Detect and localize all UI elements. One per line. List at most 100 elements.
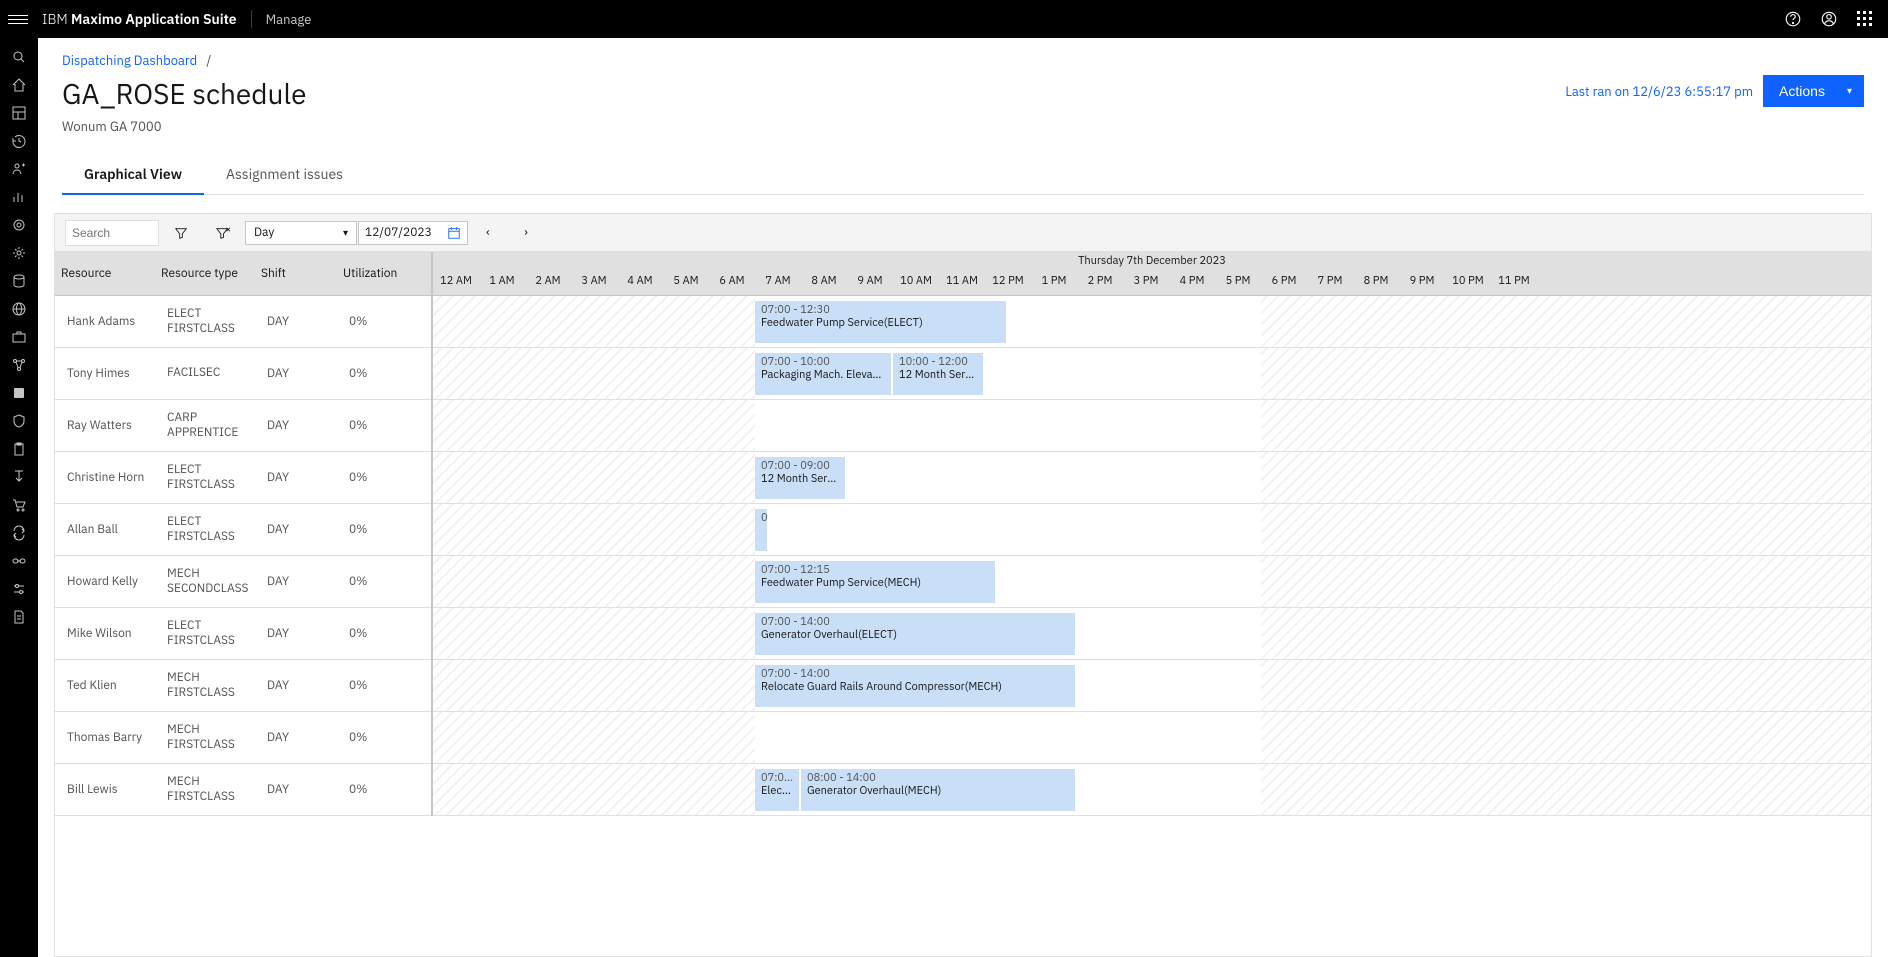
task-bar[interactable]: 10:00 - 12:0012 Month Serv... xyxy=(893,353,983,395)
col-header-util[interactable]: Utilization xyxy=(337,252,417,281)
resource-type: MECH FIRSTCLASS xyxy=(161,775,261,804)
resource-type: MECH SECONDCLASS xyxy=(161,567,261,596)
clear-filter-icon[interactable] xyxy=(203,217,243,249)
rail-clipboard-icon[interactable] xyxy=(10,440,28,458)
task-bar[interactable]: 07:00 - 14:00Relocate Guard Rails Around… xyxy=(755,665,1075,707)
hamburger-menu[interactable] xyxy=(8,9,28,29)
task-title: Relocate Guard Rails Around Compressor(M… xyxy=(761,681,1069,694)
breadcrumb-link[interactable]: Dispatching Dashboard xyxy=(62,52,197,69)
tab-assignment-issues[interactable]: Assignment issues xyxy=(204,155,365,194)
resource-util: 0% xyxy=(343,314,423,329)
apps-grid-icon[interactable] xyxy=(1856,10,1874,28)
resource-row[interactable]: Thomas BarryMECH FIRSTCLASSDAY0% xyxy=(55,712,431,764)
rail-sliders-icon[interactable] xyxy=(10,580,28,598)
hour-header: 11 PM xyxy=(1491,270,1537,295)
timeline-row xyxy=(433,400,1871,452)
resource-row[interactable]: Hank AdamsELECT FIRSTCLASSDAY0% xyxy=(55,296,431,348)
app-name[interactable]: Manage xyxy=(266,11,312,28)
col-header-type[interactable]: Resource type xyxy=(155,252,255,281)
resource-row[interactable]: Ted KlienMECH FIRSTCLASSDAY0% xyxy=(55,660,431,712)
timeline-row xyxy=(433,712,1871,764)
resource-shift: DAY xyxy=(261,626,343,641)
rail-target-icon[interactable] xyxy=(10,216,28,234)
tab-graphical-view[interactable]: Graphical View xyxy=(62,155,204,195)
timeline-row: 07:00 - 10:00Packaging Mach. Elevat...10… xyxy=(433,348,1871,400)
resource-row[interactable]: Mike WilsonELECT FIRSTCLASSDAY0% xyxy=(55,608,431,660)
calendar-icon xyxy=(447,226,461,240)
rail-history-icon[interactable] xyxy=(10,132,28,150)
user-icon[interactable] xyxy=(1820,10,1838,28)
resource-row[interactable]: Allan BallELECT FIRSTCLASSDAY0% xyxy=(55,504,431,556)
task-bar[interactable]: 08:00 - 14:00Generator Overhaul(MECH) xyxy=(801,769,1075,811)
resource-type: ELECT FIRSTCLASS xyxy=(161,515,261,544)
rail-cart-icon[interactable] xyxy=(10,496,28,514)
task-title: 12 Month Serv... xyxy=(899,369,977,382)
rail-workflow-icon[interactable] xyxy=(10,356,28,374)
task-bar[interactable]: 07:0...Elect... xyxy=(755,769,799,811)
next-day-button[interactable]: › xyxy=(508,225,544,240)
rail-shield-icon[interactable] xyxy=(10,412,28,430)
filter-icon[interactable] xyxy=(161,217,201,249)
rail-database-icon[interactable] xyxy=(10,272,28,290)
resource-row[interactable]: Ray WattersCARP APPRENTICEDAY0% xyxy=(55,400,431,452)
resource-name: Thomas Barry xyxy=(61,730,161,745)
rail-globe-icon[interactable] xyxy=(10,300,28,318)
rail-app-icon[interactable] xyxy=(10,384,28,402)
col-header-shift[interactable]: Shift xyxy=(255,252,337,281)
hour-header: 2 PM xyxy=(1077,270,1123,295)
resource-row[interactable]: Howard KellyMECH SECONDCLASSDAY0% xyxy=(55,556,431,608)
resource-name: Howard Kelly xyxy=(61,574,161,589)
rail-home-icon[interactable] xyxy=(10,76,28,94)
rail-dashboard-icon[interactable] xyxy=(10,104,28,122)
rail-search-icon[interactable] xyxy=(10,48,28,66)
help-icon[interactable] xyxy=(1784,10,1802,28)
date-input[interactable]: 12/07/2023 xyxy=(358,221,468,245)
task-bar[interactable]: 07:00 - 10:00Packaging Mach. Elevat... xyxy=(755,353,891,395)
resource-row[interactable]: Bill LewisMECH FIRSTCLASSDAY0% xyxy=(55,764,431,816)
rail-briefcase-icon[interactable] xyxy=(10,328,28,346)
resource-shift: DAY xyxy=(261,574,343,589)
rail-people-icon[interactable] xyxy=(10,160,28,178)
hour-header: 5 PM xyxy=(1215,270,1261,295)
task-bar[interactable]: 07:00 - 09:0012 Month Serv... xyxy=(755,457,845,499)
rail-document-icon[interactable] xyxy=(10,608,28,626)
hour-header: 10 AM xyxy=(893,270,939,295)
resource-shift: DAY xyxy=(261,314,343,329)
hour-header: 9 PM xyxy=(1399,270,1445,295)
task-time: 07:00 - 14:00 xyxy=(761,668,1069,681)
task-bar[interactable]: 07:00 - 12:15Feedwater Pump Service(MECH… xyxy=(755,561,995,603)
resource-row[interactable]: Tony HimesFACILSECDAY0% xyxy=(55,348,431,400)
task-time: 10:00 - 12:00 xyxy=(899,356,977,369)
resource-name: Hank Adams xyxy=(61,314,161,329)
tabs: Graphical ViewAssignment issues xyxy=(62,155,1864,195)
hour-header: 12 AM xyxy=(433,270,479,295)
search-input[interactable] xyxy=(65,220,159,246)
task-time: 07:00 - 10:00 xyxy=(761,356,885,369)
task-bar[interactable]: 0P xyxy=(755,509,767,551)
timeline-date: Thursday 7th December 2023 xyxy=(433,252,1871,270)
resource-name: Christine Horn xyxy=(61,470,161,485)
col-header-resource[interactable]: Resource xyxy=(55,252,155,281)
resource-pane: Resource Resource type Shift Utilization… xyxy=(55,252,433,816)
task-bar[interactable]: 07:00 - 14:00Generator Overhaul(ELECT) xyxy=(755,613,1075,655)
resource-row[interactable]: Christine HornELECT FIRSTCLASSDAY0% xyxy=(55,452,431,504)
main: Dispatching Dashboard / GA_ROSE schedule… xyxy=(38,38,1888,957)
resource-util: 0% xyxy=(343,470,423,485)
actions-button[interactable]: Actions ▾ xyxy=(1763,75,1864,107)
period-select[interactable]: Day ▾ xyxy=(245,221,357,245)
resource-name: Ray Watters xyxy=(61,418,161,433)
resource-type: ELECT FIRSTCLASS xyxy=(161,307,261,336)
prev-day-button[interactable]: ‹ xyxy=(470,225,506,240)
rail-link-icon[interactable] xyxy=(10,552,28,570)
task-bar[interactable]: 07:00 - 12:30Feedwater Pump Service(ELEC… xyxy=(755,301,1006,343)
rail-analytics-icon[interactable] xyxy=(10,188,28,206)
topbar-divider xyxy=(251,10,252,28)
rail-settings-icon[interactable] xyxy=(10,244,28,262)
rail-arrow-icon[interactable] xyxy=(10,468,28,486)
task-title: Generator Overhaul(MECH) xyxy=(807,785,1069,798)
resource-type: MECH FIRSTCLASS xyxy=(161,723,261,752)
resource-util: 0% xyxy=(343,574,423,589)
rail-loop-icon[interactable] xyxy=(10,524,28,542)
hour-header: 3 AM xyxy=(571,270,617,295)
topbar: IBM Maximo Application Suite Manage xyxy=(0,0,1888,38)
